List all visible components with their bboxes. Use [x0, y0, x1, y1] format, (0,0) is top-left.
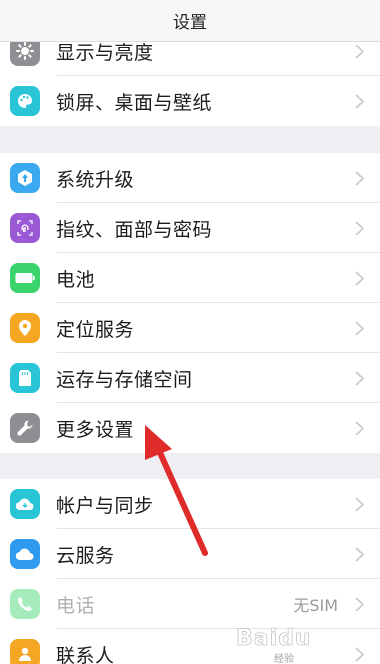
settings-item-battery[interactable]: 电池: [0, 253, 380, 303]
settings-item-label: 运存与存储空间: [56, 368, 193, 391]
settings-item-lockscreen-wallpaper[interactable]: 锁屏、桌面与壁纸: [0, 76, 380, 126]
settings-item-more-settings[interactable]: 更多设置: [0, 403, 380, 453]
settings-item-account-sync[interactable]: 帐户与同步: [0, 479, 380, 529]
phone-icon: [10, 589, 40, 619]
chevron-right-icon: [346, 43, 372, 59]
settings-item-cloud-service[interactable]: 云服务: [0, 529, 380, 579]
watermark-brand: Baidu: [236, 625, 312, 651]
settings-item-ram-storage[interactable]: 运存与存储空间: [0, 353, 380, 403]
page-title: 设置: [173, 13, 207, 33]
chevron-right-icon: [346, 596, 372, 612]
chevron-right-icon: [346, 370, 372, 386]
settings-group-system: 系统升级 指纹、面部与密码 电池 定位服务 运存与存储空间 更多设置: [0, 153, 380, 453]
wrench-icon: [10, 413, 40, 443]
cloud-icon: [10, 539, 40, 569]
contacts-icon: [10, 639, 40, 664]
cloud-sync-icon: [10, 489, 40, 519]
chevron-right-icon: [346, 546, 372, 562]
location-pin-icon: [10, 313, 40, 343]
chevron-right-icon: [346, 320, 372, 336]
upgrade-icon: [10, 163, 40, 193]
settings-item-label: 指纹、面部与密码: [56, 218, 213, 241]
settings-item-label: 电池: [56, 268, 96, 291]
chevron-right-icon: [346, 270, 372, 286]
watermark-sub: 经验: [274, 654, 294, 664]
chevron-right-icon: [346, 170, 372, 186]
chevron-right-icon: [346, 420, 372, 436]
settings-item-label: 帐户与同步: [56, 494, 154, 517]
chevron-right-icon: [346, 496, 372, 512]
settings-item-location-services[interactable]: 定位服务: [0, 303, 380, 353]
fingerprint-icon: [10, 213, 40, 243]
palette-icon: [10, 86, 40, 116]
settings-item-fingerprint-face-password[interactable]: 指纹、面部与密码: [0, 203, 380, 253]
baidu-watermark-logo: Baidu 经验: [236, 612, 380, 664]
battery-icon: [10, 263, 40, 293]
settings-item-label: 锁屏、桌面与壁纸: [56, 91, 213, 114]
settings-item-label: 定位服务: [56, 318, 135, 341]
settings-item-label: 系统升级: [56, 168, 135, 191]
chevron-right-icon: [346, 220, 372, 236]
settings-item-system-upgrade[interactable]: 系统升级: [0, 153, 380, 203]
settings-item-label: 更多设置: [56, 418, 135, 441]
settings-item-label: 云服务: [56, 544, 115, 567]
chevron-right-icon: [346, 93, 372, 109]
storage-icon: [10, 363, 40, 393]
top-bar: 设置: [0, 0, 380, 42]
